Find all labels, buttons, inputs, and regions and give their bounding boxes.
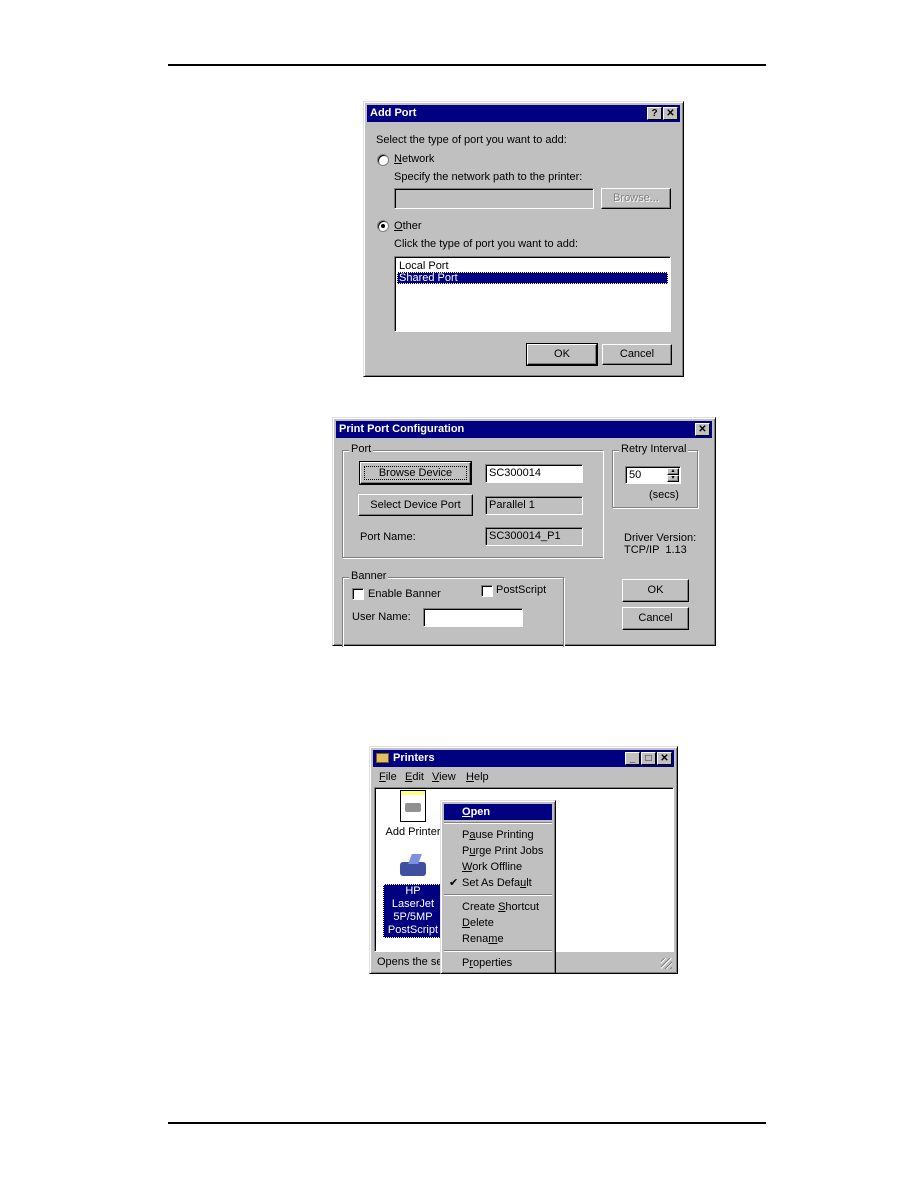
menu-item-delete[interactable]: Delete bbox=[444, 915, 552, 931]
user-name-input[interactable] bbox=[423, 608, 523, 627]
other-hint: Click the type of port you want to add: bbox=[394, 238, 579, 250]
help-button[interactable]: ? bbox=[647, 107, 662, 120]
checkmark-icon: ✔ bbox=[449, 877, 459, 889]
add-port-title: Add Port bbox=[370, 107, 417, 119]
menu-item-pause-printing[interactable]: Pause Printing bbox=[444, 827, 552, 843]
close-icon: ✕ bbox=[660, 753, 669, 764]
port-group-label: Port bbox=[349, 443, 374, 455]
add-port-dialog: Add Port ? ✕ Select the type of port you… bbox=[363, 101, 684, 377]
ok-button[interactable]: OK bbox=[526, 343, 598, 366]
spin-up-button[interactable]: ▴ bbox=[667, 468, 679, 475]
browse-device-button[interactable]: Browse Device bbox=[359, 461, 472, 485]
ok-label: OK bbox=[554, 348, 570, 360]
menu-view[interactable]: View bbox=[432, 768, 456, 786]
postscript-checkbox[interactable] bbox=[481, 585, 493, 597]
hp-printer-label: HP LaserJet 5P/5MP PostScript bbox=[383, 884, 443, 938]
retry-unit: (secs) bbox=[649, 489, 679, 501]
close-button[interactable]: ✕ bbox=[657, 752, 672, 765]
minimize-button[interactable]: _ bbox=[625, 752, 640, 765]
add-port-titlebar[interactable]: Add Port ? ✕ bbox=[367, 105, 680, 122]
user-name-label: User Name: bbox=[352, 611, 411, 623]
enable-banner-checkbox[interactable] bbox=[352, 588, 364, 600]
hp-printer-item[interactable]: HP LaserJet 5P/5MP PostScript bbox=[383, 854, 443, 938]
port-type-list[interactable]: Local Port Shared Port bbox=[394, 256, 671, 332]
device-name-input[interactable]: SC300014 bbox=[485, 464, 583, 483]
ok-label: OK bbox=[647, 584, 664, 596]
print-port-config-dialog: Print Port Configuration ✕ Port Browse D… bbox=[332, 417, 716, 647]
select-device-port-label: Select Device Port bbox=[370, 499, 461, 511]
retry-interval-label: Retry Interval bbox=[619, 443, 689, 455]
print-port-config-titlebar[interactable]: Print Port Configuration ✕ bbox=[336, 421, 712, 438]
printers-title: Printers bbox=[393, 752, 435, 764]
device-port-field: Parallel 1 bbox=[485, 496, 583, 515]
hp-label-line1: HP LaserJet bbox=[391, 885, 435, 910]
footer-rule bbox=[168, 1122, 766, 1124]
close-icon: ✕ bbox=[666, 108, 675, 119]
menu-bar: File Edit View Help bbox=[373, 768, 674, 786]
header-rule bbox=[168, 64, 766, 66]
network-label[interactable]: Network bbox=[394, 153, 434, 165]
select-device-port-button[interactable]: Select Device Port bbox=[358, 494, 473, 516]
driver-version-label: Driver Version: bbox=[624, 532, 697, 544]
menu-help[interactable]: Help bbox=[466, 768, 489, 786]
close-button[interactable]: ✕ bbox=[695, 423, 710, 436]
add-printer-item[interactable]: Add Printer bbox=[383, 790, 443, 838]
maximize-icon: □ bbox=[645, 753, 652, 764]
context-menu: Open Pause Printing Purge Print Jobs Wor… bbox=[440, 800, 556, 974]
cancel-label: Cancel bbox=[638, 612, 673, 624]
hp-label-line2: 5P/5MP bbox=[393, 911, 433, 923]
postscript-label[interactable]: PostScript bbox=[496, 584, 546, 596]
port-type-local[interactable]: Local Port bbox=[397, 260, 668, 272]
menu-separator bbox=[444, 894, 552, 896]
help-icon: ? bbox=[651, 108, 658, 119]
other-label[interactable]: Other bbox=[394, 220, 422, 232]
network-hint: Specify the network path to the printer: bbox=[394, 171, 583, 183]
menu-item-set-as-default[interactable]: ✔ Set As Default bbox=[444, 875, 552, 891]
add-printer-icon bbox=[400, 790, 426, 822]
menu-file[interactable]: File bbox=[379, 768, 397, 786]
browse-device-label: Browse Device bbox=[378, 467, 453, 479]
menu-item-purge-print-jobs[interactable]: Purge Print Jobs bbox=[444, 843, 552, 859]
cancel-button[interactable]: Cancel bbox=[622, 607, 689, 630]
banner-group-label: Banner bbox=[349, 570, 389, 582]
menu-separator bbox=[444, 950, 552, 952]
other-radio[interactable] bbox=[377, 220, 389, 232]
spin-down-button[interactable]: ▾ bbox=[667, 475, 679, 482]
port-type-shared[interactable]: Shared Port bbox=[397, 272, 668, 284]
print-port-config-title: Print Port Configuration bbox=[339, 423, 465, 435]
menu-item-work-offline[interactable]: Work Offline bbox=[444, 859, 552, 875]
ok-button[interactable]: OK bbox=[622, 579, 689, 602]
network-path-input[interactable] bbox=[394, 188, 594, 209]
enable-banner-label[interactable]: Enable Banner bbox=[368, 588, 441, 600]
menu-item-open[interactable]: Open bbox=[444, 804, 552, 820]
close-icon: ✕ bbox=[698, 424, 707, 435]
printer-icon bbox=[398, 854, 428, 878]
browse-button[interactable]: Browse... bbox=[601, 188, 671, 209]
port-name-label: Port Name: bbox=[360, 531, 416, 543]
driver-version-value: TCP/IP 1.13 bbox=[624, 544, 687, 556]
folder-icon bbox=[376, 753, 389, 763]
resize-grip-icon[interactable] bbox=[661, 958, 672, 969]
menu-separator bbox=[444, 822, 552, 824]
cancel-label: Cancel bbox=[619, 348, 655, 360]
port-name-field: SC300014_P1 bbox=[485, 527, 583, 546]
add-port-prompt: Select the type of port you want to add: bbox=[376, 134, 567, 146]
printers-titlebar[interactable]: Printers _ □ ✕ bbox=[373, 750, 674, 767]
menu-item-create-shortcut[interactable]: Create Shortcut bbox=[444, 899, 552, 915]
menu-item-properties[interactable]: Properties bbox=[444, 955, 552, 971]
cancel-button[interactable]: Cancel bbox=[602, 344, 672, 365]
menu-edit[interactable]: Edit bbox=[405, 768, 424, 786]
spin-up-icon: ▴ bbox=[671, 468, 675, 474]
menu-item-rename[interactable]: Rename bbox=[444, 931, 552, 947]
minimize-icon: _ bbox=[629, 753, 636, 764]
close-button[interactable]: ✕ bbox=[663, 107, 678, 120]
add-printer-label: Add Printer bbox=[385, 826, 441, 838]
maximize-button[interactable]: □ bbox=[641, 752, 656, 765]
hp-label-line3: PostScript bbox=[387, 924, 439, 936]
network-radio[interactable] bbox=[377, 154, 389, 166]
status-text: Opens the sel bbox=[377, 956, 445, 968]
browse-label: Browse... bbox=[613, 192, 659, 204]
spin-down-icon: ▾ bbox=[671, 475, 675, 481]
